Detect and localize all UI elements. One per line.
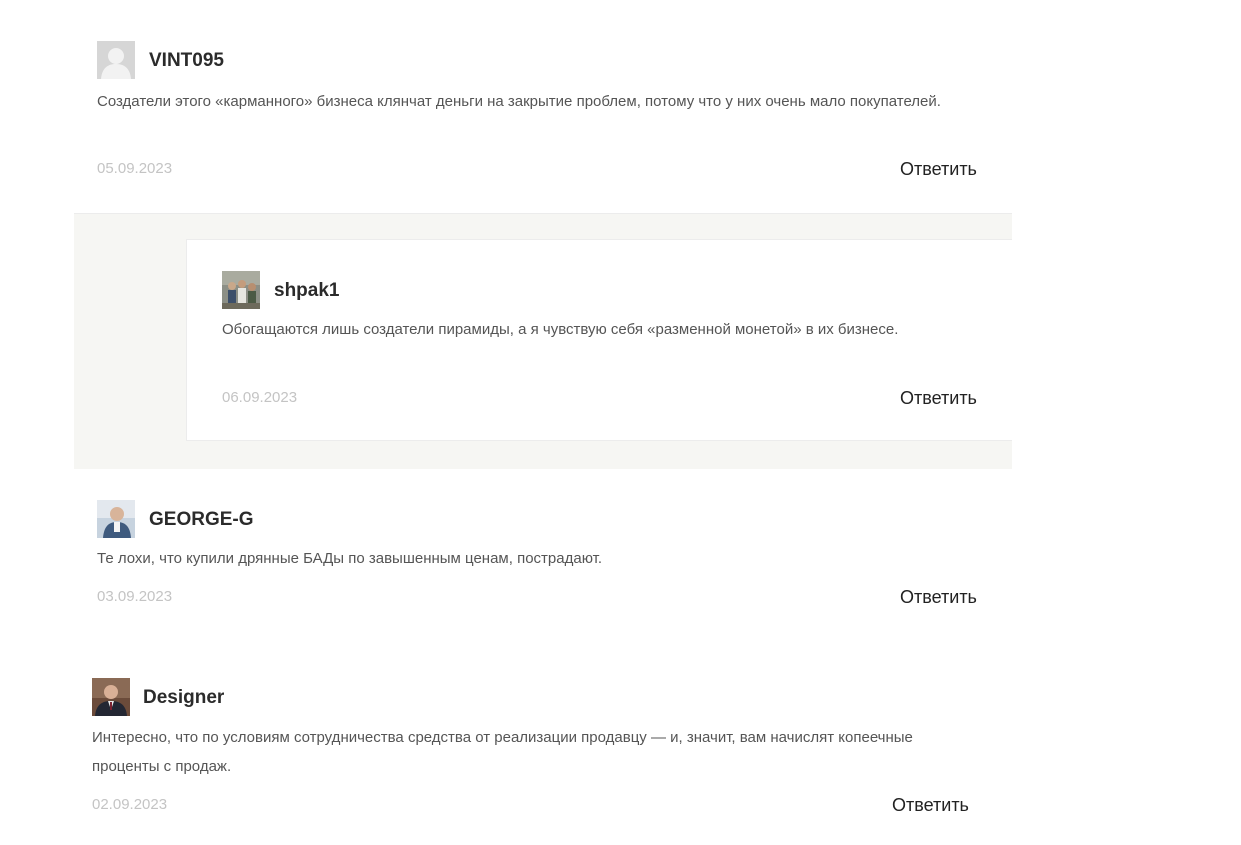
comment-text: Интересно, что по условиям сотрудничеств… — [92, 729, 913, 775]
comment-item: Designer Интересно, что по условиям сотр… — [0, 0, 1241, 845]
comment-author[interactable]: Designer — [143, 687, 224, 709]
comment-date: 02.09.2023 — [92, 796, 168, 813]
man-in-suit-avatar-icon — [92, 678, 130, 716]
reply-button[interactable]: Ответить — [892, 795, 969, 816]
